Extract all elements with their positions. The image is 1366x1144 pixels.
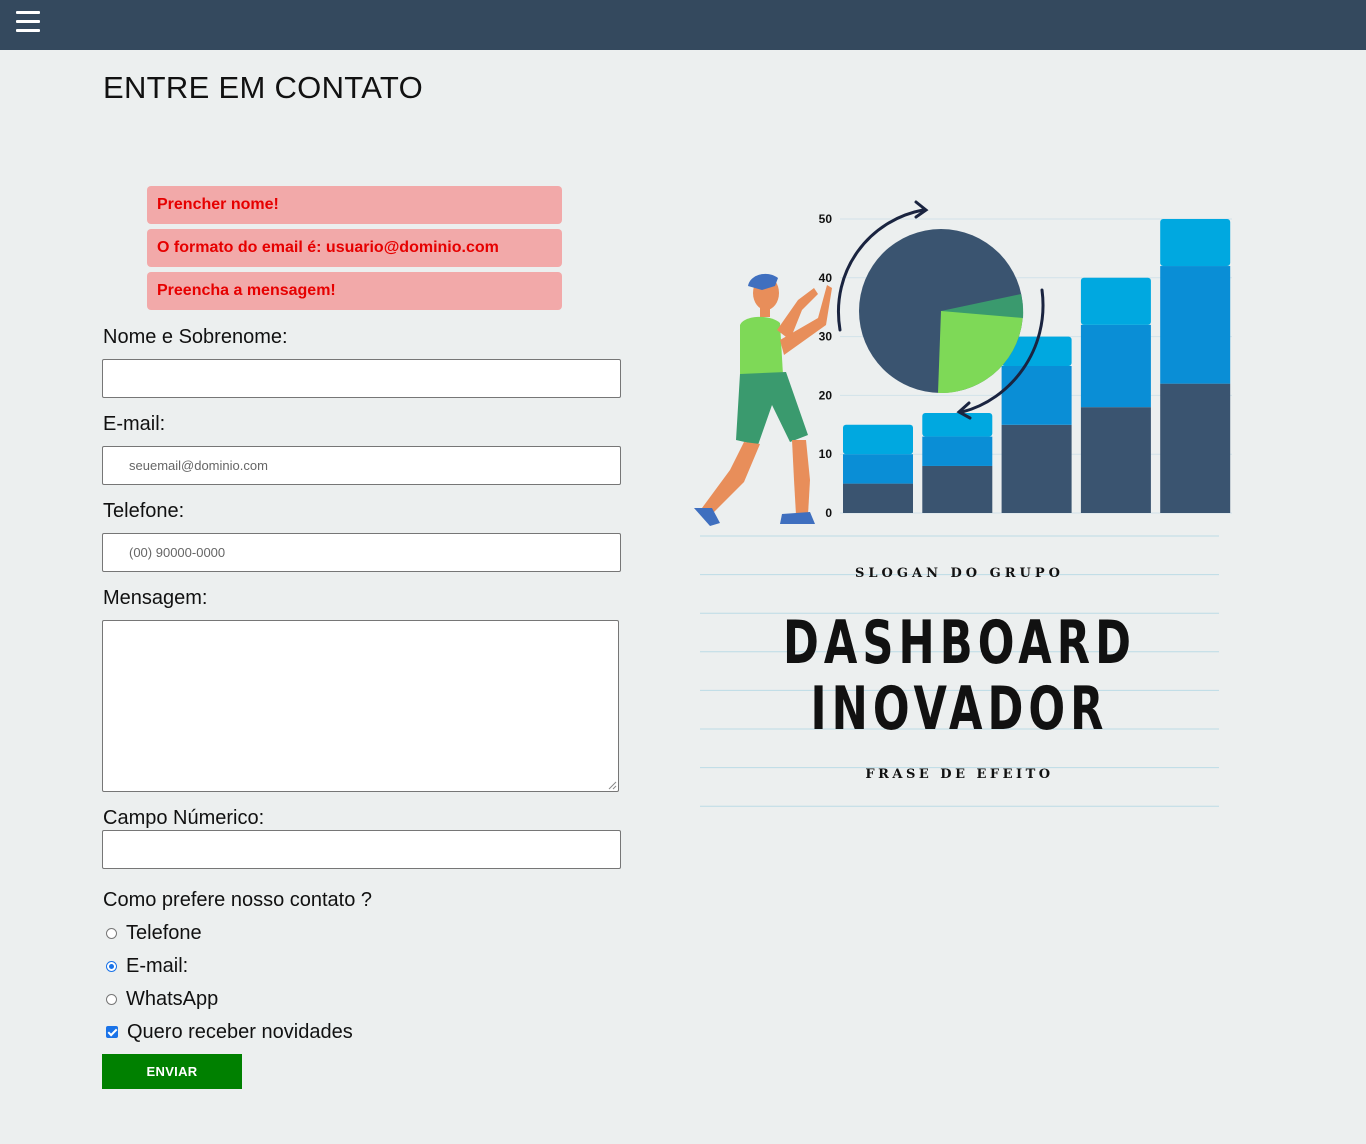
resize-grip-icon[interactable] [607,780,617,790]
radio-button[interactable] [106,927,117,939]
name-label: Nome e Sobrenome: [103,326,288,348]
message-label: Mensagem: [103,587,208,609]
error-message-email: O formato do email é: usuario@dominio.co… [147,229,562,267]
message-textarea[interactable] [103,621,618,791]
contact-option-label: Telefone [126,921,202,944]
newsletter-checkbox[interactable] [106,1026,118,1038]
poster-tagline: FRASE DE EFEITO [865,767,1054,782]
y-tick-label: 30 [819,330,833,344]
number-input[interactable] [103,831,620,868]
chart-bar-segment [1080,324,1151,408]
radio-button-selected[interactable] [106,960,117,972]
error-message-name: Prencher nome! [147,186,562,224]
phone-field-wrapper [102,533,621,572]
chart-bar-segment [1080,407,1151,513]
email-field-wrapper [102,446,621,485]
submit-button[interactable]: ENVIAR [102,1054,242,1089]
chart-bar-segment [1160,266,1231,384]
chart-bar-segment [922,413,993,437]
email-label: E-mail: [103,413,166,435]
y-tick-label: 50 [819,212,833,226]
chart-bar-segment [1160,383,1231,513]
newsletter-label: Quero receber novidades [127,1020,353,1043]
contact-option-email[interactable]: E-mail: [106,954,188,978]
message-field-wrapper [102,620,619,792]
name-input[interactable] [103,360,620,397]
chart-bar-segment [1001,424,1072,513]
top-navigation-bar [0,0,1366,50]
y-tick-label: 20 [819,388,833,402]
email-input[interactable] [103,447,620,484]
hamburger-icon[interactable] [16,10,41,32]
contact-preference-question: Como prefere nosso contato ? [103,889,373,911]
number-field-wrapper [102,830,621,869]
person-illustration-icon [694,273,832,526]
poster-slogan: SLOGAN DO GRUPO [855,566,1064,581]
y-tick-label: 40 [819,271,833,285]
pie-chart-graphic [859,229,1024,394]
chart-bar-segment [922,465,993,513]
number-label: Campo Númerico: [103,807,265,829]
error-message-message: Preencha a mensagem! [147,272,562,310]
y-tick-label: 0 [825,506,832,520]
name-field-wrapper [102,359,621,398]
chart-bar-segment [1160,219,1231,267]
chart-bar-segment [1001,366,1072,425]
phone-label: Telefone: [103,500,185,522]
contact-option-label: E-mail: [126,954,189,977]
newsletter-checkbox-row[interactable]: Quero receber novidades [106,1020,353,1044]
contact-option-phone[interactable]: Telefone [106,921,202,945]
contact-option-label: WhatsApp [126,987,219,1010]
chart-bar-segment [922,436,993,466]
poster-title-line1: DASHBOARD [783,608,1136,678]
phone-input[interactable] [103,534,620,571]
chart-y-axis: 0 10 20 30 40 50 [819,212,833,520]
poster-title-line2: INOVADOR [810,674,1109,744]
radio-button[interactable] [106,993,117,1005]
page-title: ENTRE EM CONTATO [103,70,423,105]
chart-bar-segment [843,424,913,455]
y-tick-label: 10 [819,447,833,461]
chart-bar-segment [1080,277,1151,325]
chart-bar-segment [843,483,913,513]
chart-bar-segment [843,454,913,484]
contact-option-whatsapp[interactable]: WhatsApp [106,987,218,1011]
